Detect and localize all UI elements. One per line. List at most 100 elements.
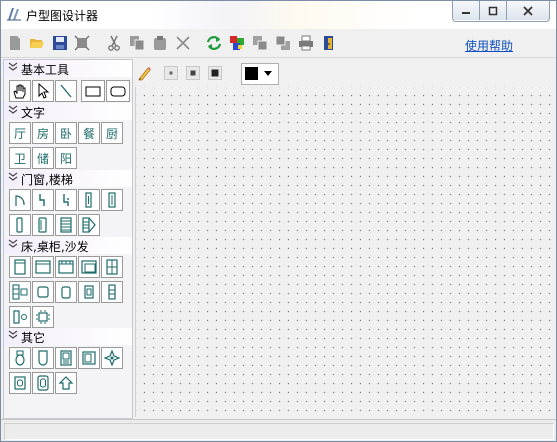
dining-set-icon: [36, 310, 50, 324]
sofa-set-button[interactable]: [9, 281, 31, 303]
paste-icon: [154, 36, 166, 50]
help-link[interactable]: 使用帮助: [465, 37, 513, 54]
section-basic-tools[interactable]: 基本工具: [4, 60, 132, 77]
narrow-window-button[interactable]: [9, 214, 31, 236]
section-furniture[interactable]: 床,桌柜,沙发: [4, 237, 132, 254]
double-bed-icon: [35, 260, 51, 274]
section-label: 床,桌柜,沙发: [21, 240, 89, 254]
line-thick-button[interactable]: [206, 64, 224, 82]
double-bed-button[interactable]: [32, 256, 54, 278]
desk-chair-button[interactable]: [9, 306, 31, 328]
fit-view-button[interactable]: [73, 34, 91, 52]
open-file-button[interactable]: [28, 34, 46, 52]
wardrobe-button[interactable]: [55, 256, 77, 278]
bathtub-button[interactable]: [32, 347, 54, 369]
fit-view-icon: [74, 35, 90, 51]
rounded-rectangle-tool-button[interactable]: [106, 80, 130, 102]
save-button[interactable]: [51, 34, 69, 52]
minimize-icon: [462, 11, 470, 14]
new-file-icon: [10, 36, 20, 50]
delete-icon: [176, 36, 190, 50]
section-other[interactable]: 其它: [4, 328, 132, 345]
collapse-chevron-icon: [8, 105, 18, 114]
new-file-button[interactable]: [6, 34, 24, 52]
sink-icon: [37, 375, 49, 391]
current-color-swatch: [245, 67, 258, 80]
minimize-button[interactable]: [453, 1, 480, 20]
door-right-button[interactable]: [55, 189, 77, 211]
rectangle-tool-button[interactable]: [81, 80, 105, 102]
copy-button[interactable]: [128, 34, 146, 52]
text-bathroom-button[interactable]: 卫: [9, 147, 31, 169]
select-tool-button[interactable]: [32, 80, 54, 102]
drawing-canvas[interactable]: [135, 87, 554, 417]
text-dining-button[interactable]: 餐: [78, 122, 100, 144]
wide-window-icon: [38, 217, 47, 233]
line-tool-button[interactable]: [55, 80, 77, 102]
color-picker-dropdown[interactable]: [241, 63, 279, 85]
plant-button[interactable]: [101, 347, 123, 369]
text-balcony-button[interactable]: 阳: [55, 147, 77, 169]
washbasin-button[interactable]: [55, 347, 77, 369]
text-storage-button[interactable]: 储: [32, 147, 54, 169]
cabinet-icon: [106, 259, 118, 275]
print-button[interactable]: [297, 34, 315, 52]
single-door-button[interactable]: [9, 189, 31, 211]
nightstand-button[interactable]: [78, 281, 100, 303]
maximize-icon: [488, 6, 498, 15]
fridge-button[interactable]: [78, 347, 100, 369]
sliding-window-button[interactable]: [78, 189, 100, 211]
text-bedroom-button[interactable]: 卧: [55, 122, 77, 144]
cabinet-button[interactable]: [101, 256, 123, 278]
text-room-button[interactable]: 房: [32, 122, 54, 144]
dining-set-button[interactable]: [32, 306, 54, 328]
stairs-icon: [60, 217, 72, 233]
single-bed-button[interactable]: [9, 256, 31, 278]
sink-button[interactable]: [32, 372, 54, 394]
text-living-room-button[interactable]: 厅: [9, 122, 31, 144]
stove-icon: [14, 376, 26, 390]
washbasin-icon: [60, 350, 72, 366]
line-medium-button[interactable]: [184, 64, 202, 82]
close-button[interactable]: [507, 1, 549, 20]
spiral-stairs-button[interactable]: [78, 214, 100, 236]
window-title: 户型图设计器: [26, 9, 99, 23]
desk-chair-icon: [13, 310, 27, 324]
section-text[interactable]: 文字: [4, 103, 132, 120]
line-thin-button[interactable]: [162, 64, 180, 82]
shelf-button[interactable]: [101, 281, 123, 303]
pan-tool-button[interactable]: [9, 80, 31, 102]
double-window-button[interactable]: [101, 189, 123, 211]
text-kitchen-button[interactable]: 厨: [101, 122, 123, 144]
armchair-button[interactable]: [78, 256, 100, 278]
stairs-button[interactable]: [55, 214, 77, 236]
collapse-chevron-icon: [8, 330, 18, 339]
collapse-chevron-icon: [8, 172, 18, 181]
pencil-button[interactable]: [136, 64, 154, 82]
table-button[interactable]: [32, 281, 54, 303]
refresh-button[interactable]: [205, 34, 223, 52]
cut-button[interactable]: [105, 34, 123, 52]
door-left-button[interactable]: [32, 189, 54, 211]
wide-window-button[interactable]: [32, 214, 54, 236]
maximize-button[interactable]: [480, 1, 507, 20]
app-icon: [6, 6, 22, 22]
collapse-chevron-icon: [8, 62, 18, 71]
delete-button[interactable]: [174, 34, 192, 52]
paste-button[interactable]: [151, 34, 169, 52]
toilet-button[interactable]: [9, 347, 31, 369]
arrange-button[interactable]: [228, 34, 246, 52]
open-folder-icon: [30, 39, 44, 48]
exit-button[interactable]: [320, 34, 338, 52]
north-arrow-button[interactable]: [55, 372, 77, 394]
send-back-button[interactable]: [274, 34, 292, 52]
door-right-icon: [63, 194, 69, 206]
status-pane: [4, 423, 554, 440]
section-label: 门窗,楼梯: [21, 173, 73, 187]
door-swing-icon: [15, 195, 25, 206]
stove-button[interactable]: [9, 372, 31, 394]
chair-button[interactable]: [55, 281, 77, 303]
bring-front-button[interactable]: [251, 34, 269, 52]
section-doors-windows-stairs[interactable]: 门窗,楼梯: [4, 170, 132, 187]
medium-line-icon: [186, 66, 200, 80]
